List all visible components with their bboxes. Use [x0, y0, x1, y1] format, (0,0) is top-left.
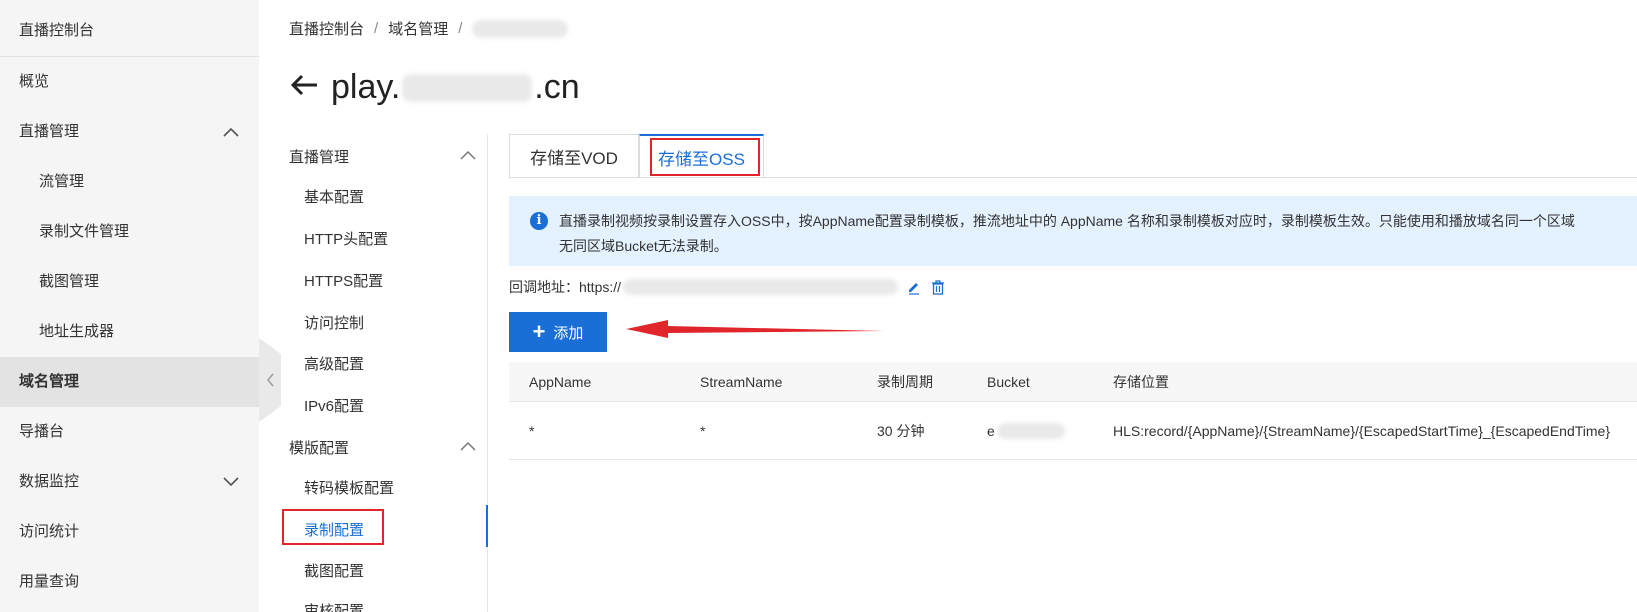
sidebar-item-access-stats[interactable]: 访问统计 [0, 507, 259, 557]
sidebar-item-label: 截图管理 [39, 273, 100, 290]
cell-bucket: e [987, 402, 1065, 459]
sidebar-item-label: 直播管理 [19, 123, 80, 140]
sidebar-item-label: 导播台 [19, 423, 65, 440]
cell-streamname: * [700, 422, 706, 439]
sidebar-item-domain-management[interactable]: 域名管理 [0, 357, 259, 407]
tab-vod[interactable]: 存储至VOD [509, 134, 639, 178]
redacted-domain [402, 73, 533, 102]
chevron-up-icon [223, 107, 239, 157]
sidebar-item-director[interactable]: 导播台 [0, 407, 259, 457]
callback-label: 回调地址： [509, 279, 579, 295]
sidebar-title: 直播控制台 [19, 22, 95, 39]
highlight-box [282, 509, 384, 545]
sidebar: 直播控制台 概览 直播管理 流管理 录制文件管理 截图管理 地址生成器 域名管理… [0, 0, 259, 612]
info-alert: i 直播录制视频按录制设置存入OSS中，按AppName配置录制模板，推流地址中… [509, 196, 1637, 266]
add-button[interactable]: + 添加 [509, 312, 607, 352]
subnav-item-transcode[interactable]: 转码模板配置 [304, 477, 394, 498]
page-title: play. .cn [289, 68, 580, 107]
tab-label: 存储至VOD [530, 149, 618, 168]
cell-bucket-text: e [987, 422, 995, 439]
sidebar-item-label: 录制文件管理 [39, 223, 130, 240]
redacted-domain [472, 19, 569, 38]
highlight-box [650, 138, 760, 176]
table-row: * * 30 分钟 e HLS:record/{AppName}/{Stream… [509, 402, 1637, 460]
sidebar-item-snapshot-management[interactable]: 截图管理 [0, 257, 259, 307]
breadcrumb-item-domain[interactable]: 域名管理 [388, 18, 448, 39]
column-header-period: 录制周期 [877, 373, 933, 390]
info-text-line2: 无同区域Bucket无法录制。 [559, 238, 728, 254]
sidebar-item-url-generator[interactable]: 地址生成器 [0, 307, 259, 357]
column-header-appname: AppName [529, 373, 592, 390]
sidebar-item-label: 用量查询 [19, 573, 80, 590]
subnav-active-indicator [486, 505, 488, 547]
page-title-prefix: play. [331, 68, 401, 106]
sidebar-item-live-management[interactable]: 直播管理 [0, 107, 259, 157]
sidebar-item-stream-management[interactable]: 流管理 [0, 157, 259, 207]
subnav-item-review[interactable]: 审核配置 [304, 600, 364, 612]
table-header: AppName StreamName 录制周期 Bucket 存储位置 [509, 362, 1637, 402]
breadcrumb-item-console[interactable]: 直播控制台 [289, 18, 364, 39]
cell-period: 30 分钟 [877, 422, 925, 439]
sidebar-item-label: 地址生成器 [39, 323, 115, 340]
chevron-down-icon [223, 457, 239, 507]
chevron-left-icon [259, 338, 281, 422]
column-header-location: 存储位置 [1113, 373, 1169, 390]
annotation-arrow-icon [626, 320, 884, 338]
sidebar-item-usage-query[interactable]: 用量查询 [0, 557, 259, 607]
trash-icon[interactable] [930, 279, 946, 295]
sidebar-item-recording-files[interactable]: 录制文件管理 [0, 207, 259, 257]
breadcrumb-separator: / [458, 20, 463, 37]
column-header-streamname: StreamName [700, 373, 783, 390]
subnav-item-basic[interactable]: 基本配置 [304, 186, 364, 207]
cell-appname: * [529, 422, 535, 439]
info-circle-icon: i [530, 212, 548, 230]
cell-location: HLS:record/{AppName}/{StreamName}/{Escap… [1113, 422, 1611, 439]
subnav-item-snapshot[interactable]: 截图配置 [304, 560, 364, 581]
subnav-item-advanced[interactable]: 高级配置 [304, 353, 364, 374]
sidebar-collapse-handle[interactable] [259, 338, 281, 422]
callback-value: https:// [579, 279, 622, 295]
tabs-underline [509, 177, 1637, 178]
subnav-item-access-control[interactable]: 访问控制 [304, 312, 364, 333]
info-text-line1: 直播录制视频按录制设置存入OSS中，按AppName配置录制模板，推流地址中的 … [559, 213, 1575, 229]
breadcrumb-separator: / [374, 20, 379, 37]
chevron-up-icon[interactable] [460, 441, 476, 451]
chevron-up-icon[interactable] [460, 150, 476, 160]
subnav-item-ipv6[interactable]: IPv6配置 [304, 395, 364, 416]
subnav-item-https[interactable]: HTTPS配置 [304, 270, 383, 291]
breadcrumb: 直播控制台 / 域名管理 / [289, 18, 569, 39]
sidebar-item-label: 域名管理 [19, 373, 80, 390]
plus-icon: + [532, 319, 546, 344]
subnav-item-http-header[interactable]: HTTP头配置 [304, 228, 388, 249]
sidebar-item-overview[interactable]: 概览 [0, 57, 259, 107]
sidebar-item-label: 概览 [19, 73, 50, 90]
sidebar-item-monitoring[interactable]: 数据监控 [0, 457, 259, 507]
edit-icon[interactable] [906, 279, 922, 295]
subnav-group-live[interactable]: 直播管理 [289, 146, 349, 167]
redacted-url [623, 279, 899, 295]
sidebar-item-label: 访问统计 [19, 523, 80, 540]
column-header-bucket: Bucket [987, 373, 1030, 390]
callback-url: 回调地址： https:// [509, 276, 946, 298]
subnav-group-template[interactable]: 模版配置 [289, 437, 349, 458]
back-arrow-icon[interactable] [289, 73, 319, 102]
sidebar-item-label: 流管理 [39, 173, 85, 190]
sidebar-item-label: 数据监控 [19, 473, 80, 490]
page-title-suffix: .cn [534, 68, 580, 106]
add-button-label: 添加 [553, 324, 584, 342]
redacted-bucket [996, 422, 1065, 439]
